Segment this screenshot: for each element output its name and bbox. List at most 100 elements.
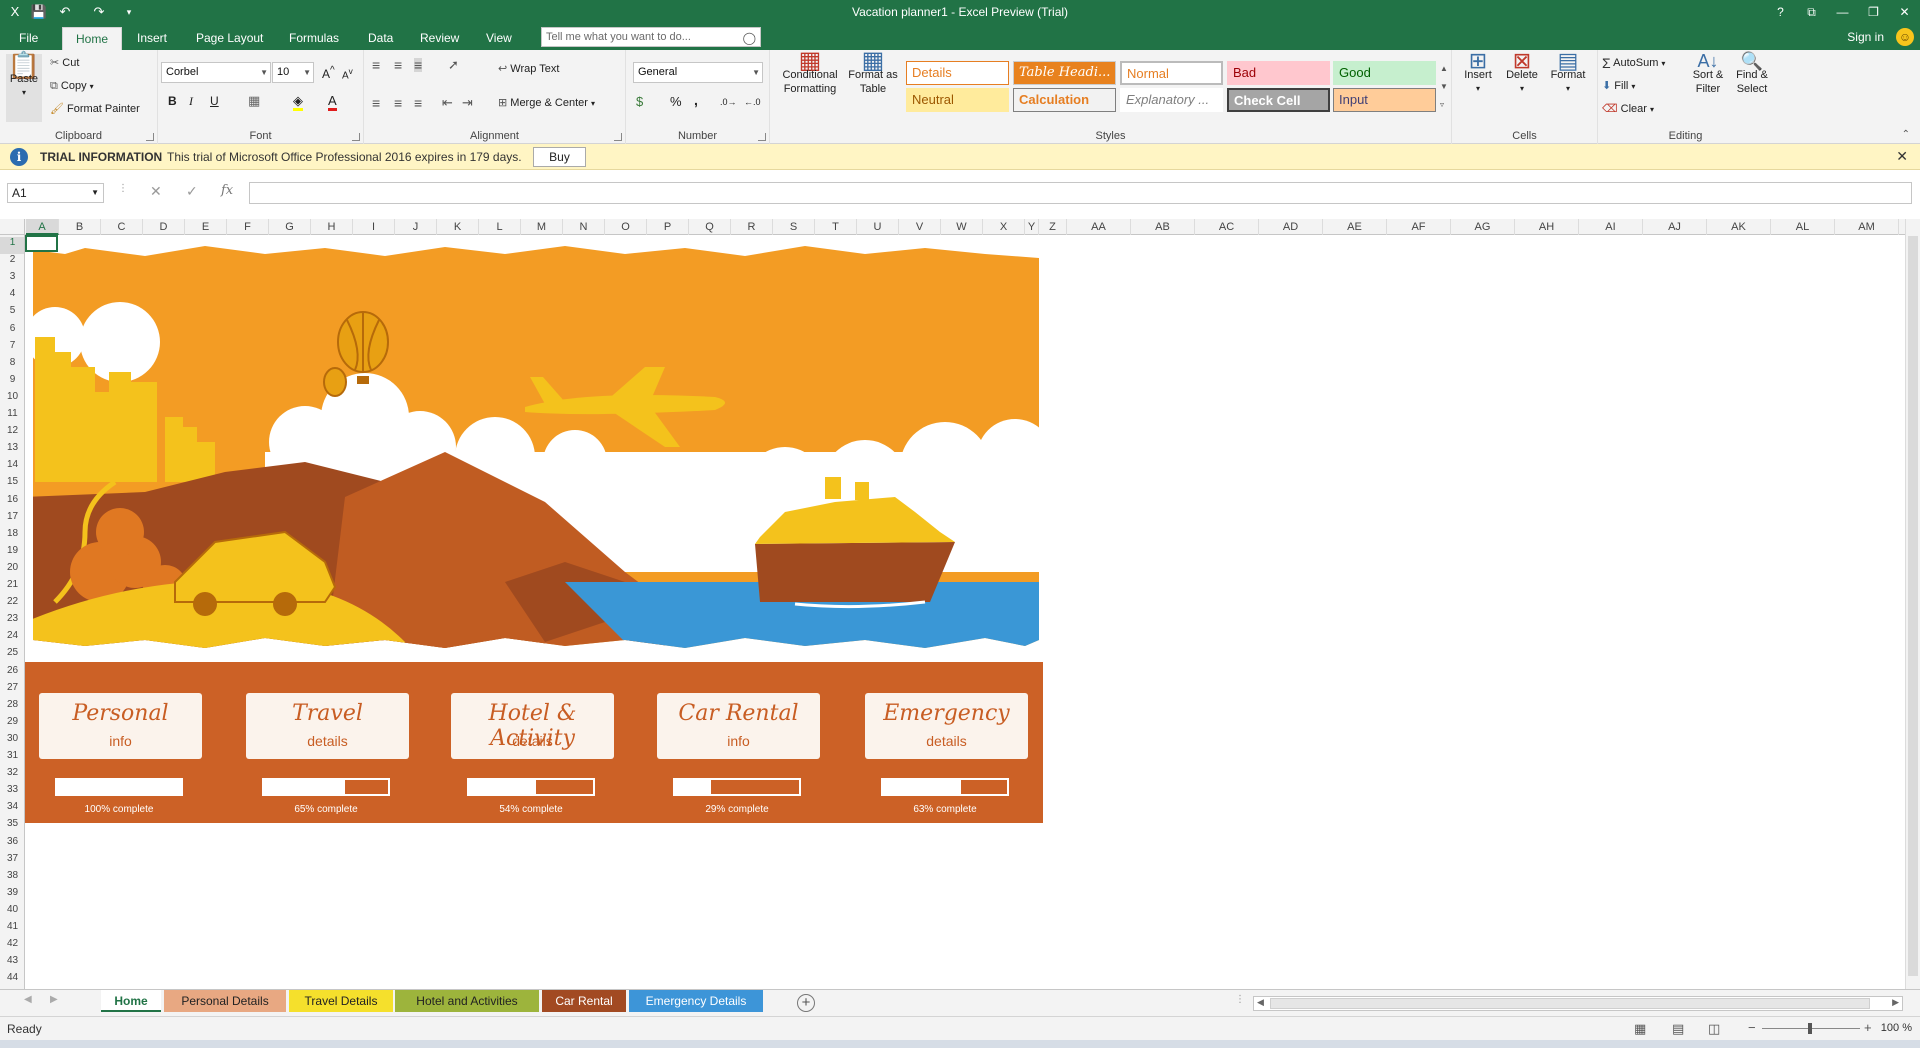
middle-align-icon[interactable]: ≡ — [394, 58, 402, 72]
horizontal-scrollbar[interactable]: ◀ ▶ — [1253, 996, 1903, 1011]
row-header[interactable]: 24 — [0, 630, 24, 647]
column-header[interactable]: AF — [1387, 219, 1451, 235]
scroll-left-icon[interactable]: ◀ — [1257, 997, 1264, 1008]
row-header[interactable]: 22 — [0, 596, 24, 613]
column-header[interactable]: X — [983, 219, 1025, 235]
row-header[interactable]: 35 — [0, 818, 24, 835]
row-header[interactable]: 23 — [0, 613, 24, 630]
column-header[interactable]: C — [101, 219, 143, 235]
section-tile[interactable]: Personal info — [39, 693, 202, 759]
sheet-tab[interactable]: Emergency Details — [629, 990, 763, 1012]
row-header[interactable]: 20 — [0, 562, 24, 579]
row-header[interactable]: 11 — [0, 408, 24, 425]
row-header[interactable]: 44 — [0, 972, 24, 989]
alignment-launcher[interactable] — [614, 133, 622, 141]
column-header[interactable]: T — [815, 219, 857, 235]
align-left-icon[interactable]: ≡ — [372, 96, 380, 110]
horizontal-scroll-thumb[interactable] — [1270, 998, 1870, 1009]
row-header[interactable]: 38 — [0, 870, 24, 887]
column-header[interactable]: E — [185, 219, 227, 235]
style-neutral[interactable]: Neutral — [906, 88, 1009, 112]
style-input[interactable]: Input — [1333, 88, 1436, 112]
align-center-icon[interactable]: ≡ — [394, 96, 402, 110]
row-header[interactable]: 7 — [0, 340, 24, 357]
section-tile[interactable]: Emergency details — [865, 693, 1028, 759]
decrease-indent-icon[interactable]: ⇤ — [442, 96, 453, 110]
fill-button[interactable]: ⬇ Fill ▾ — [1602, 79, 1635, 94]
tab-home[interactable]: Home — [62, 27, 122, 50]
tab-insert[interactable]: Insert — [127, 27, 177, 50]
row-header[interactable]: 18 — [0, 528, 24, 545]
column-header[interactable]: P — [647, 219, 689, 235]
clear-button[interactable]: ⌫ Clear ▾ — [1602, 102, 1654, 117]
vertical-scroll-thumb[interactable] — [1908, 236, 1918, 976]
sort-filter-button[interactable]: A↓ Sort & Filter — [1688, 52, 1728, 96]
column-header[interactable]: AM — [1835, 219, 1899, 235]
style-normal[interactable]: Normal — [1120, 61, 1223, 85]
column-header[interactable]: AE — [1323, 219, 1387, 235]
row-header[interactable]: 4 — [0, 288, 24, 305]
column-header[interactable]: N — [563, 219, 605, 235]
column-header[interactable]: I — [353, 219, 395, 235]
column-header[interactable]: AH — [1515, 219, 1579, 235]
column-header[interactable]: AB — [1131, 219, 1195, 235]
column-header[interactable]: U — [857, 219, 899, 235]
font-name-select[interactable]: Corbel ▼ — [161, 62, 271, 83]
style-check-cell[interactable]: Check Cell — [1227, 88, 1330, 112]
insert-function-button[interactable]: fx — [221, 183, 233, 198]
column-header[interactable]: O — [605, 219, 647, 235]
column-header[interactable]: D — [143, 219, 185, 235]
column-header[interactable]: B — [59, 219, 101, 235]
conditional-formatting-button[interactable]: ▦ Conditional Formatting — [778, 49, 842, 96]
font-size-select[interactable]: 10 ▼ — [272, 62, 314, 83]
column-header[interactable]: F — [227, 219, 269, 235]
row-header[interactable]: 39 — [0, 887, 24, 904]
column-header[interactable]: R — [731, 219, 773, 235]
format-as-table-button[interactable]: ▦ Format as Table — [846, 49, 900, 96]
italic-button[interactable]: I — [189, 94, 193, 108]
column-header[interactable]: Y — [1025, 219, 1039, 235]
row-header[interactable]: 6 — [0, 323, 24, 340]
sheet-tab[interactable]: Travel Details — [289, 990, 393, 1012]
style-explanatory[interactable]: Explanatory ... — [1120, 88, 1223, 112]
zoom-level[interactable]: 100 % — [1881, 1022, 1912, 1034]
bottom-align-icon[interactable]: ≡ — [414, 58, 423, 72]
increase-font-icon[interactable]: A^ — [322, 64, 335, 81]
column-header[interactable]: V — [899, 219, 941, 235]
minimize-button[interactable]: — — [1827, 0, 1858, 24]
zoom-in-icon[interactable]: + — [1864, 1020, 1872, 1035]
borders-icon[interactable]: ▦ — [248, 94, 260, 108]
delete-cells-button[interactable]: ⊠ Delete ▾ — [1502, 50, 1542, 96]
scroll-tabs-left-icon[interactable]: ◀ — [24, 994, 32, 1005]
row-header[interactable]: 27 — [0, 682, 24, 699]
bold-button[interactable]: B — [168, 94, 177, 108]
row-header[interactable]: 37 — [0, 853, 24, 870]
page-layout-view-icon[interactable]: ▤ — [1672, 1021, 1684, 1037]
find-select-button[interactable]: 🔍 Find & Select — [1732, 52, 1772, 96]
formula-input[interactable] — [249, 182, 1912, 204]
name-box[interactable]: A1 ▼ — [7, 183, 104, 203]
row-header[interactable]: 30 — [0, 733, 24, 750]
sheet-tab[interactable]: Car Rental — [542, 990, 626, 1012]
style-good[interactable]: Good — [1333, 61, 1436, 85]
font-launcher[interactable] — [352, 133, 360, 141]
section-tile[interactable]: Travel details — [246, 693, 409, 759]
column-header[interactable]: AG — [1451, 219, 1515, 235]
column-header[interactable]: G — [269, 219, 311, 235]
row-header[interactable]: 42 — [0, 938, 24, 955]
row-header[interactable]: 25 — [0, 647, 24, 664]
column-header[interactable]: AK — [1707, 219, 1771, 235]
feedback-smiley-icon[interactable]: ☺ — [1896, 28, 1914, 46]
tab-review[interactable]: Review — [410, 27, 469, 50]
column-header[interactable]: AL — [1771, 219, 1835, 235]
style-details[interactable]: Details — [906, 61, 1009, 85]
row-header[interactable]: 31 — [0, 750, 24, 767]
accounting-format-icon[interactable]: $ — [636, 95, 643, 109]
section-tile[interactable]: Car Rental info — [657, 693, 820, 759]
paste-button[interactable]: 📋 Paste ▾ — [6, 52, 42, 122]
row-header[interactable]: 1 — [0, 237, 24, 255]
comma-style-button[interactable]: , — [694, 93, 698, 107]
format-cells-button[interactable]: ▤ Format ▾ — [1546, 50, 1590, 96]
tab-formulas[interactable]: Formulas — [279, 27, 349, 50]
row-header[interactable]: 12 — [0, 425, 24, 442]
